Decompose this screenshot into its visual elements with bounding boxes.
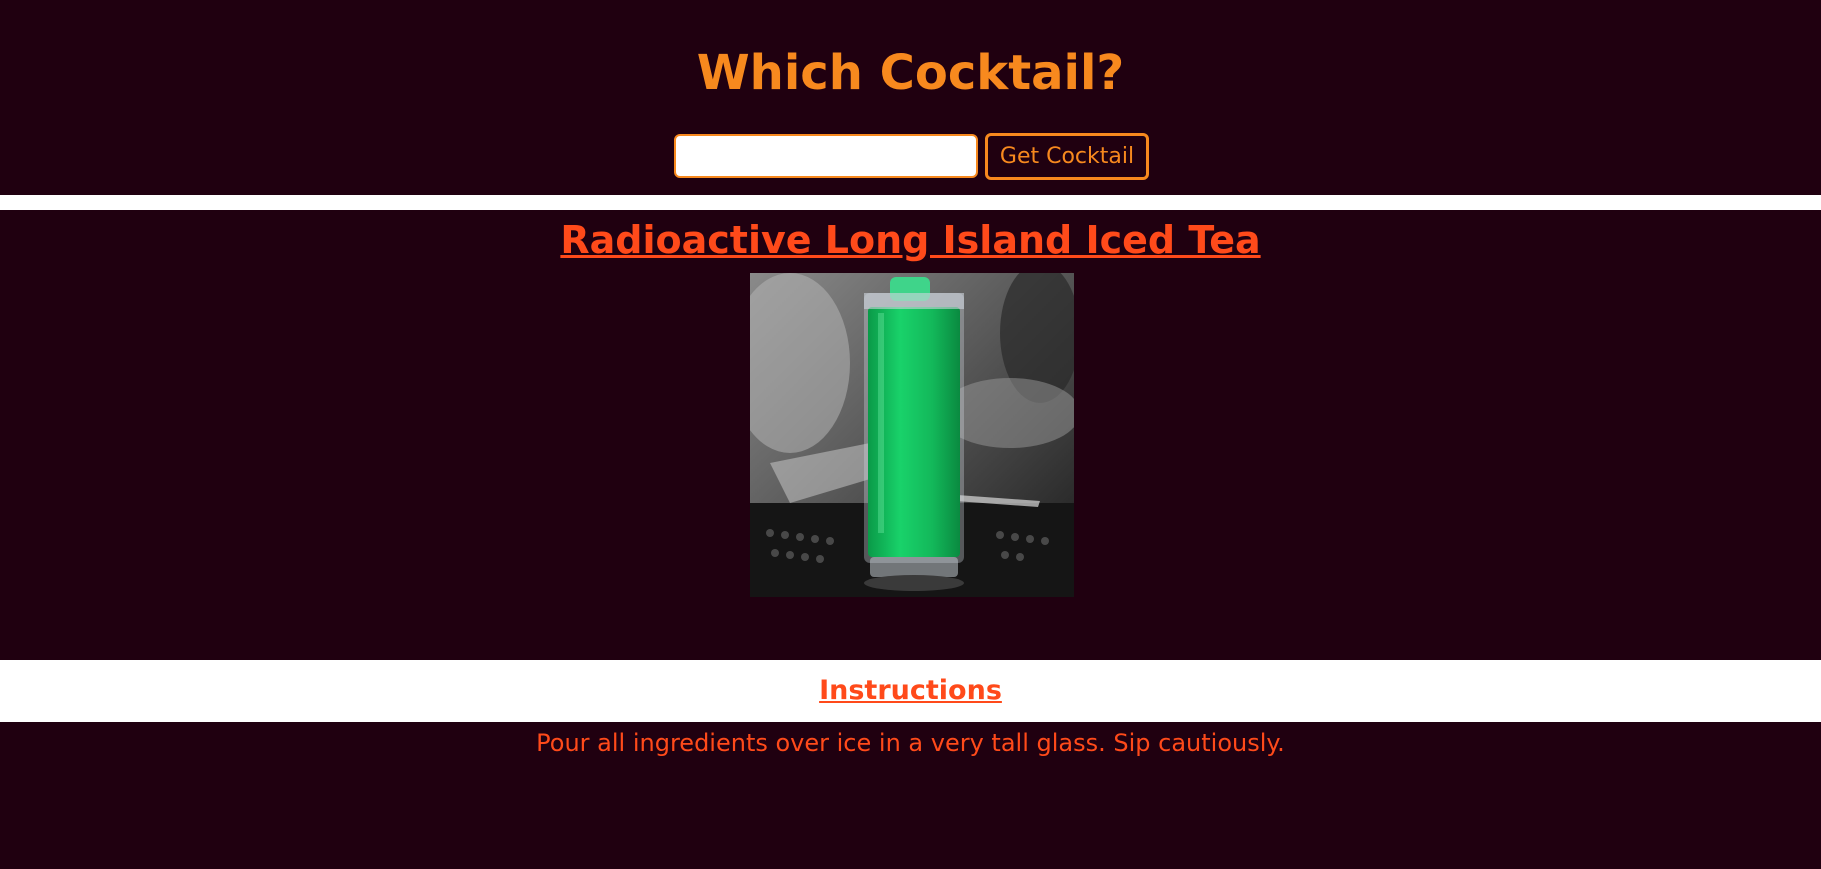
instructions-text: Pour all ingredients over ice in a very …	[536, 729, 1285, 757]
get-cocktail-button[interactable]: Get Cocktail	[985, 133, 1149, 180]
app-title: Which Cocktail?	[696, 45, 1125, 101]
top-divider	[0, 195, 1821, 210]
cocktail-result: Radioactive Long Island Iced Tea	[0, 210, 1821, 660]
drink-name: Radioactive Long Island Iced Tea	[560, 218, 1261, 262]
cocktail-search-input[interactable]	[674, 134, 978, 178]
instructions-heading: Instructions	[819, 675, 1002, 706]
drink-image	[750, 273, 1074, 597]
header: Which Cocktail? Get Cocktail	[0, 0, 1821, 195]
instructions-band: Instructions	[0, 660, 1821, 722]
